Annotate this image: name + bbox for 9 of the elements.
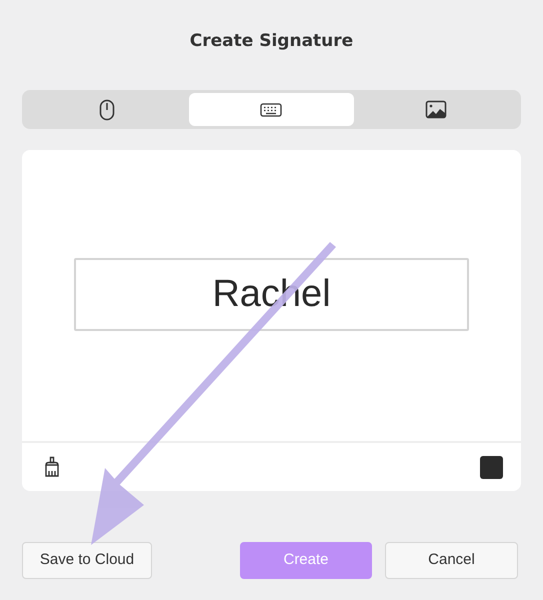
image-icon <box>424 100 447 119</box>
dialog-title: Create Signature <box>188 30 354 53</box>
keyboard-icon <box>260 102 282 116</box>
save-to-cloud-button[interactable]: Save to Cloud <box>22 542 152 579</box>
color-swatch[interactable] <box>480 456 503 478</box>
cancel-button[interactable]: Cancel <box>385 542 518 579</box>
mouse-icon <box>99 98 116 120</box>
signature-field[interactable]: Rachel <box>74 258 469 331</box>
brush-icon[interactable] <box>44 456 60 478</box>
